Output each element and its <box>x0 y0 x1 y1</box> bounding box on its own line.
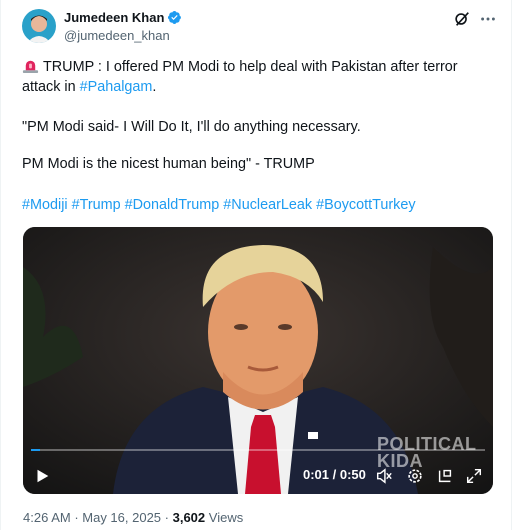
video-player[interactable]: POLITICAL KIDA 0:01 / 0:50 <box>23 227 493 494</box>
popout-icon[interactable] <box>436 467 454 485</box>
tweet-hashtags: #Modiji #Trump #DonaldTrump #NuclearLeak… <box>22 195 492 215</box>
video-time-separator: / <box>329 467 340 482</box>
tweet-meta: 4:26 AM · May 16, 2025 · 3,602 Views <box>23 510 243 525</box>
video-progress-fill <box>31 449 41 451</box>
siren-icon <box>22 60 39 74</box>
video-duration: 0:50 <box>339 467 366 482</box>
hashtag-link[interactable]: #BoycottTurkey <box>316 197 415 213</box>
tweet-text-line1: TRUMP : I offered PM Modi to help deal w… <box>22 57 492 97</box>
tweet-card: Jumedeen Khan @jumedeen_khan TRUMP : I o… <box>0 0 512 530</box>
author-display-name[interactable]: Jumedeen Khan <box>64 10 164 25</box>
meta-separator: · <box>161 510 173 525</box>
hashtag-pahalgam[interactable]: #Pahalgam <box>80 79 153 95</box>
grok-icon[interactable] <box>453 10 471 28</box>
hashtag-link[interactable]: #Modiji <box>22 197 68 213</box>
author-handle[interactable]: @jumedeen_khan <box>64 28 170 43</box>
meta-separator: · <box>70 510 83 525</box>
more-icon[interactable] <box>479 10 497 28</box>
video-watermark: POLITICAL KIDA <box>377 435 477 470</box>
tweet-date[interactable]: May 16, 2025 <box>82 510 161 525</box>
volume-icon[interactable] <box>375 467 393 485</box>
views-label: Views <box>205 510 244 525</box>
hashtag-link[interactable]: #Trump <box>72 197 121 213</box>
tweet-time[interactable]: 4:26 AM <box>23 510 71 525</box>
avatar[interactable] <box>22 9 56 43</box>
tweet-quote-1: "PM Modi said- I Will Do It, I'll do any… <box>22 119 361 135</box>
video-current-time: 0:01 <box>303 467 330 482</box>
video-time: 0:01 / 0:50 <box>303 467 366 482</box>
hashtag-link[interactable]: #DonaldTrump <box>125 197 220 213</box>
views-count: 3,602 <box>172 510 206 525</box>
hashtag-link[interactable]: #NuclearLeak <box>223 197 312 213</box>
tweet-quote-2: PM Modi is the nicest human being" - TRU… <box>22 156 315 172</box>
play-icon[interactable] <box>33 467 51 485</box>
tweet-text-period: . <box>152 79 157 95</box>
fullscreen-icon[interactable] <box>465 467 483 485</box>
video-progress-bar[interactable] <box>31 449 485 451</box>
author-name-row: Jumedeen Khan <box>64 10 182 25</box>
settings-icon[interactable] <box>406 467 424 485</box>
avatar-image <box>22 9 56 43</box>
verified-badge-icon <box>168 11 182 24</box>
